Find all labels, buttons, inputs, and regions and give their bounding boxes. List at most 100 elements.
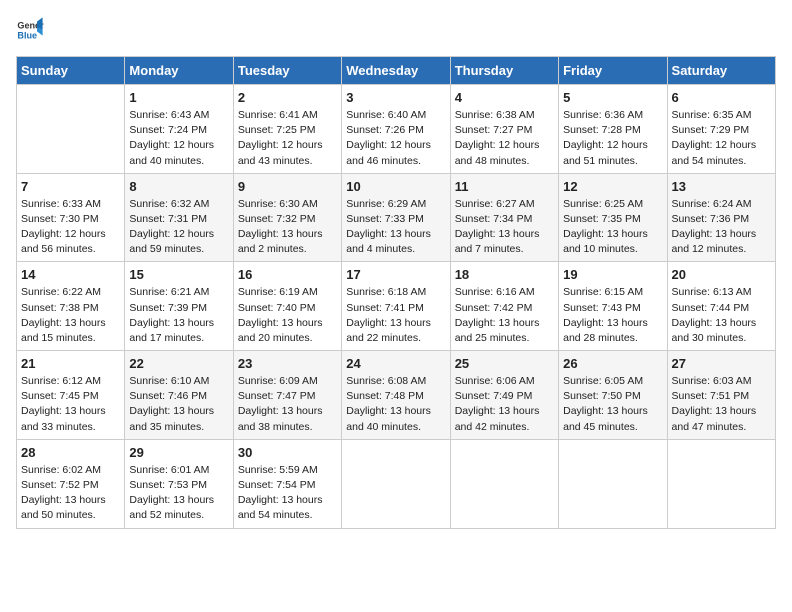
sunset-text: Sunset: 7:40 PM [238,302,316,314]
cell-content: 26Sunrise: 6:05 AMSunset: 7:50 PMDayligh… [563,355,662,435]
day-number: 24 [346,356,360,371]
calendar-cell: 19Sunrise: 6:15 AMSunset: 7:43 PMDayligh… [559,262,667,351]
sunrise-text: Sunrise: 5:59 AM [238,464,318,476]
daylight-text: Daylight: 13 hours and 7 minutes. [455,228,540,255]
sunrise-text: Sunrise: 6:01 AM [129,464,209,476]
sunset-text: Sunset: 7:27 PM [455,124,533,136]
calendar-cell: 11Sunrise: 6:27 AMSunset: 7:34 PMDayligh… [450,173,558,262]
daylight-text: Daylight: 12 hours and 46 minutes. [346,139,431,166]
sunset-text: Sunset: 7:32 PM [238,213,316,225]
daylight-text: Daylight: 13 hours and 2 minutes. [238,228,323,255]
sunrise-text: Sunrise: 6:21 AM [129,286,209,298]
sunrise-text: Sunrise: 6:22 AM [21,286,101,298]
cell-content: 9 Sunrise: 6:30 AM Sunset: 7:32 PM Daylight… [238,178,337,258]
calendar-cell: 2Sunrise: 6:41 AMSunset: 7:25 PMDaylight… [233,85,341,174]
cell-content: 7Sunrise: 6:33 AMSunset: 7:30 PMDaylight… [21,178,120,258]
daylight-text: Daylight: 12 hours and 51 minutes. [563,139,648,166]
daylight-text: Daylight: 13 hours and 38 minutes. [238,405,323,432]
day-number: 20 [672,267,686,282]
calendar-cell: 17Sunrise: 6:18 AMSunset: 7:41 PMDayligh… [342,262,450,351]
sunset-text: Sunset: 7:25 PM [238,124,316,136]
day-number: 11 [455,179,469,194]
sunrise-text: Sunrise: 6:13 AM [672,286,752,298]
day-number: 10 [346,179,360,194]
day-number: 15 [129,267,143,282]
calendar-cell: 14Sunrise: 6:22 AMSunset: 7:38 PMDayligh… [17,262,125,351]
daylight-text: Daylight: 13 hours and 28 minutes. [563,317,648,344]
calendar-cell: 18Sunrise: 6:16 AMSunset: 7:42 PMDayligh… [450,262,558,351]
calendar-cell: 7Sunrise: 6:33 AMSunset: 7:30 PMDaylight… [17,173,125,262]
sunset-text: Sunset: 7:31 PM [129,213,207,225]
sunset-text: Sunset: 7:44 PM [672,302,750,314]
cell-content: 1Sunrise: 6:43 AMSunset: 7:24 PMDaylight… [129,89,228,169]
calendar-cell: 23Sunrise: 6:09 AMSunset: 7:47 PMDayligh… [233,351,341,440]
daylight-text: Daylight: 13 hours and 54 minutes. [238,494,323,521]
day-number: 25 [455,356,469,371]
sunrise-text: Sunrise: 6:43 AM [129,109,209,121]
day-number: 3 [346,90,353,105]
cell-content: 10Sunrise: 6:29 AMSunset: 7:33 PMDayligh… [346,178,445,258]
daylight-text: Daylight: 13 hours and 15 minutes. [21,317,106,344]
daylight-text: Daylight: 12 hours and 54 minutes. [672,139,757,166]
cell-content: 23Sunrise: 6:09 AMSunset: 7:47 PMDayligh… [238,355,337,435]
day-number: 7 [21,179,28,194]
sunset-text: Sunset: 7:46 PM [129,390,207,402]
sunrise-text: Sunrise: 6:15 AM [563,286,643,298]
daylight-text: Daylight: 13 hours and 35 minutes. [129,405,214,432]
sunset-text: Sunset: 7:52 PM [21,479,99,491]
sunset-text: Sunset: 7:48 PM [346,390,424,402]
cell-content: 4Sunrise: 6:38 AMSunset: 7:27 PMDaylight… [455,89,554,169]
sunrise-text: Sunrise: 6:16 AM [455,286,535,298]
daylight-text: Daylight: 13 hours and 45 minutes. [563,405,648,432]
daylight-text: Daylight: 12 hours and 56 minutes. [21,228,106,255]
sunrise-text: Sunrise: 6:38 AM [455,109,535,121]
sunset-text: Sunset: 7:41 PM [346,302,424,314]
calendar-cell [667,439,775,528]
daylight-text: Daylight: 13 hours and 10 minutes. [563,228,648,255]
day-number: 27 [672,356,686,371]
sunset-text: Sunset: 7:47 PM [238,390,316,402]
sunrise-text: Sunrise: 6:30 AM [238,198,318,210]
cell-content: 29 Sunrise: 6:01 AM Sunset: 7:53 PM Dayligh… [129,444,228,524]
sunrise-text: Sunrise: 6:35 AM [672,109,752,121]
logo: General Blue [16,16,44,44]
week-row-3: 21Sunrise: 6:12 AMSunset: 7:45 PMDayligh… [17,351,776,440]
sunset-text: Sunset: 7:42 PM [455,302,533,314]
sunrise-text: Sunrise: 6:41 AM [238,109,318,121]
day-number: 9 [238,179,245,194]
sunset-text: Sunset: 7:53 PM [129,479,207,491]
day-number: 8 [129,179,136,194]
header-row: SundayMondayTuesdayWednesdayThursdayFrid… [17,57,776,85]
sunrise-text: Sunrise: 6:24 AM [672,198,752,210]
day-number: 29 [129,445,143,460]
daylight-text: Daylight: 13 hours and 40 minutes. [346,405,431,432]
sunrise-text: Sunrise: 6:19 AM [238,286,318,298]
day-number: 4 [455,90,462,105]
cell-content: 2Sunrise: 6:41 AMSunset: 7:25 PMDaylight… [238,89,337,169]
calendar-cell [17,85,125,174]
page-header: General Blue [16,16,776,44]
calendar-cell [559,439,667,528]
sunrise-text: Sunrise: 6:05 AM [563,375,643,387]
calendar-cell: 10Sunrise: 6:29 AMSunset: 7:33 PMDayligh… [342,173,450,262]
col-header-thursday: Thursday [450,57,558,85]
sunset-text: Sunset: 7:51 PM [672,390,750,402]
cell-content: 14Sunrise: 6:22 AMSunset: 7:38 PMDayligh… [21,266,120,346]
calendar-cell [342,439,450,528]
sunset-text: Sunset: 7:24 PM [129,124,207,136]
day-number: 26 [563,356,577,371]
sunset-text: Sunset: 7:43 PM [563,302,641,314]
sunrise-text: Sunrise: 6:06 AM [455,375,535,387]
week-row-0: 1Sunrise: 6:43 AMSunset: 7:24 PMDaylight… [17,85,776,174]
day-number: 5 [563,90,570,105]
calendar-cell: 13Sunrise: 6:24 AMSunset: 7:36 PMDayligh… [667,173,775,262]
daylight-text: Daylight: 13 hours and 52 minutes. [129,494,214,521]
cell-content: 25Sunrise: 6:06 AMSunset: 7:49 PMDayligh… [455,355,554,435]
calendar-cell: 8Sunrise: 6:32 AMSunset: 7:31 PMDaylight… [125,173,233,262]
daylight-text: Daylight: 13 hours and 4 minutes. [346,228,431,255]
calendar-cell: 28Sunrise: 6:02 AMSunset: 7:52 PMDayligh… [17,439,125,528]
cell-content: 20Sunrise: 6:13 AMSunset: 7:44 PMDayligh… [672,266,771,346]
day-number: 17 [346,267,360,282]
daylight-text: Daylight: 12 hours and 40 minutes. [129,139,214,166]
sunset-text: Sunset: 7:26 PM [346,124,424,136]
